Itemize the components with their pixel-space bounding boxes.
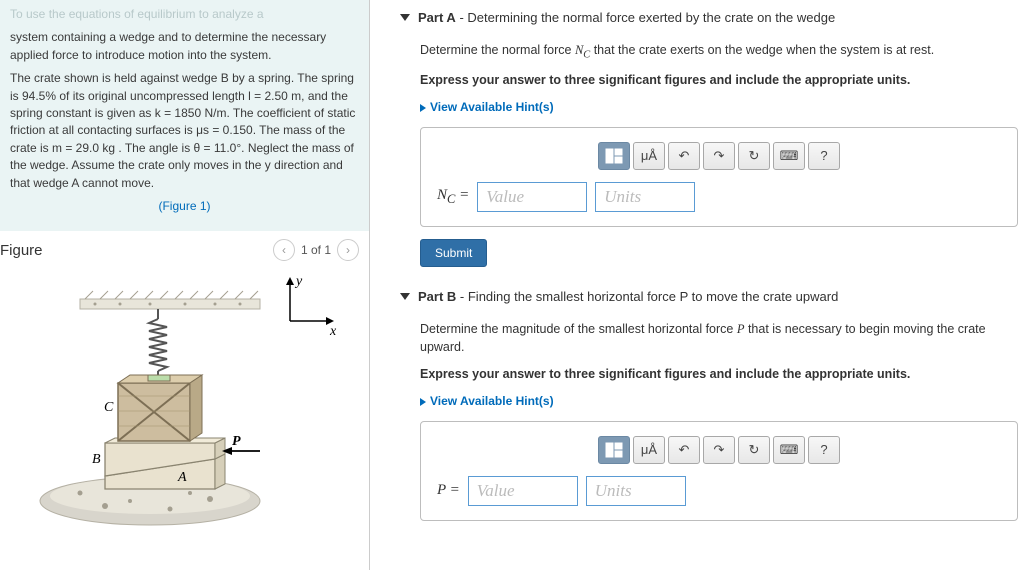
figure-link[interactable]: (Figure 1) (158, 199, 210, 213)
part-b-var-label: P = (437, 479, 460, 502)
part-b-instruction: Express your answer to three significant… (420, 365, 1018, 384)
units-button[interactable]: μÅ (633, 142, 665, 170)
part-b-input-row: P = Value Units (437, 476, 1001, 506)
force-p-label: P (232, 434, 241, 449)
part-a-answer-box: μÅ ↶ ↷ ↻ ⌨ ? NC = Value Units (420, 127, 1018, 227)
part-a-value-input[interactable]: Value (477, 182, 587, 212)
part-b-header[interactable]: Part B - Finding the smallest horizontal… (400, 289, 1018, 304)
wedge-b-label: B (92, 452, 101, 467)
keyboard-button[interactable]: ⌨ (773, 436, 805, 464)
pager-label: 1 of 1 (301, 243, 331, 257)
keyboard-button[interactable]: ⌨ (773, 142, 805, 170)
undo-button[interactable]: ↶ (668, 436, 700, 464)
redo-button[interactable]: ↷ (703, 436, 735, 464)
part-b: Part B - Finding the smallest horizontal… (400, 289, 1018, 521)
part-b-value-input[interactable]: Value (468, 476, 578, 506)
part-a-input-row: NC = Value Units (437, 182, 1001, 212)
part-b-hints-toggle[interactable]: View Available Hint(s) (420, 392, 1018, 411)
part-b-subtitle: - Finding the smallest horizontal force … (460, 289, 838, 304)
problem-para-1: system containing a wedge and to determi… (10, 29, 359, 64)
part-a-units-input[interactable]: Units (595, 182, 695, 212)
problem-para-2: The crate shown is held against wedge B … (10, 70, 359, 192)
page-root: To use the equations of equilibrium to a… (0, 0, 1024, 570)
collapse-icon (400, 14, 410, 21)
cutoff-text: To use the equations of equilibrium to a… (10, 6, 359, 23)
part-a-title: Part A (418, 10, 456, 25)
part-b-title: Part B (418, 289, 456, 304)
pager-prev-button[interactable]: ‹ (273, 239, 295, 261)
figure-pager: ‹ 1 of 1 › (273, 239, 359, 261)
part-b-body: Determine the magnitude of the smallest … (400, 320, 1018, 521)
units-button[interactable]: μÅ (633, 436, 665, 464)
part-a-subtitle: - Determining the normal force exerted b… (459, 10, 835, 25)
axis-y-label: y (294, 274, 303, 289)
pager-next-button[interactable]: › (337, 239, 359, 261)
part-a: Part A - Determining the normal force ex… (400, 10, 1018, 267)
figure-title: Figure (0, 242, 43, 259)
part-b-units-input[interactable]: Units (586, 476, 686, 506)
help-button[interactable]: ? (808, 436, 840, 464)
help-button[interactable]: ? (808, 142, 840, 170)
template-button[interactable] (598, 436, 630, 464)
part-a-submit-button[interactable]: Submit (420, 239, 487, 267)
figure-header: Figure ‹ 1 of 1 › (0, 231, 369, 265)
part-b-description: Determine the magnitude of the smallest … (420, 320, 1018, 358)
part-b-toolbar: μÅ ↶ ↷ ↻ ⌨ ? (437, 436, 1001, 464)
template-button[interactable] (598, 142, 630, 170)
caret-right-icon (420, 104, 426, 112)
part-a-var-label: NC = (437, 184, 469, 209)
redo-button[interactable]: ↷ (703, 142, 735, 170)
part-a-description: Determine the normal force NC that the c… (420, 41, 1018, 63)
part-a-header[interactable]: Part A - Determining the normal force ex… (400, 10, 1018, 25)
left-column: To use the equations of equilibrium to a… (0, 0, 370, 570)
axis-x-label: x (329, 324, 337, 339)
right-column: Part A - Determining the normal force ex… (370, 0, 1024, 570)
part-a-body: Determine the normal force NC that the c… (400, 41, 1018, 267)
part-a-toolbar: μÅ ↶ ↷ ↻ ⌨ ? (437, 142, 1001, 170)
problem-statement: To use the equations of equilibrium to a… (0, 0, 369, 231)
figure-image: y x A θ B (0, 265, 369, 540)
crate-c-label: C (104, 400, 114, 415)
collapse-icon (400, 293, 410, 300)
part-a-instruction: Express your answer to three significant… (420, 71, 1018, 90)
reset-button[interactable]: ↻ (738, 436, 770, 464)
reset-button[interactable]: ↻ (738, 142, 770, 170)
caret-right-icon (420, 398, 426, 406)
undo-button[interactable]: ↶ (668, 142, 700, 170)
part-b-answer-box: μÅ ↶ ↷ ↻ ⌨ ? P = Value Units (420, 421, 1018, 521)
wedge-a-label: A (177, 470, 187, 485)
part-a-hints-toggle[interactable]: View Available Hint(s) (420, 98, 1018, 117)
